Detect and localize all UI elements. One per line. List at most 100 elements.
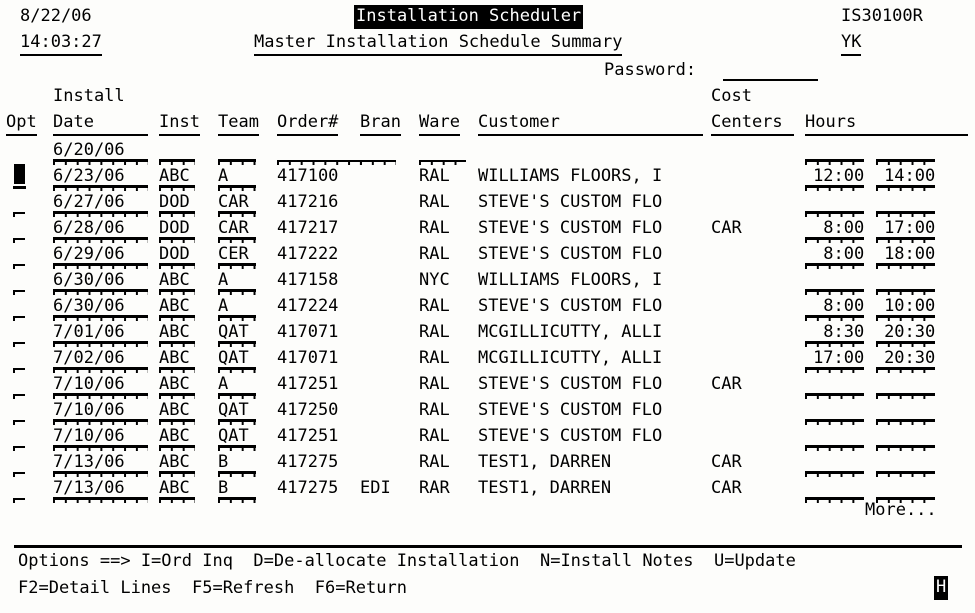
hour-end-value[interactable] <box>876 140 936 161</box>
install-date-value[interactable]: 6/29/06 <box>53 244 148 265</box>
opt-input[interactable] <box>13 296 25 317</box>
hour-start-value[interactable] <box>805 270 865 291</box>
hour-start-value[interactable] <box>805 192 865 213</box>
inst-value[interactable]: ABC <box>159 296 195 317</box>
hour-start-value[interactable] <box>805 400 865 421</box>
hour-end-value[interactable]: 10:00 <box>876 296 936 317</box>
hour-end-value[interactable] <box>876 426 936 447</box>
inst-value[interactable]: DOD <box>159 244 195 265</box>
hour-start-value[interactable] <box>805 426 865 447</box>
inst-value[interactable]: ABC <box>159 270 195 291</box>
install-date-value[interactable]: 6/27/06 <box>53 192 148 213</box>
opt-input-cursor[interactable] <box>14 164 25 184</box>
hour-start-value[interactable]: 8:00 <box>805 296 865 317</box>
hour-end-value[interactable] <box>876 400 936 421</box>
team-value[interactable]: A <box>218 374 256 395</box>
warehouse-value: RAL <box>419 244 450 264</box>
inst-field-marker <box>159 420 195 425</box>
install-date-value[interactable]: 7/10/06 <box>53 426 148 447</box>
team-value[interactable]: B <box>218 452 256 473</box>
opt-input[interactable] <box>13 244 25 265</box>
team-value[interactable]: QAT <box>218 400 256 421</box>
inst-value[interactable]: ABC <box>159 400 195 421</box>
opt-input[interactable] <box>13 322 25 343</box>
hour-start-value[interactable] <box>805 478 865 499</box>
hour-start-value[interactable]: 8:30 <box>805 322 865 343</box>
opt-input[interactable] <box>13 426 25 447</box>
team-value[interactable]: CAR <box>218 192 256 213</box>
hour-end-value[interactable]: 20:30 <box>876 348 936 369</box>
team-value[interactable]: A <box>218 166 256 187</box>
install-date-value[interactable]: 6/20/06 <box>53 140 148 161</box>
inst-value[interactable]: ABC <box>159 166 195 187</box>
hour-end-value[interactable] <box>876 478 936 499</box>
team-value[interactable]: QAT <box>218 322 256 343</box>
team-value[interactable]: A <box>218 270 256 291</box>
customer-value: MCGILLICUTTY, ALLI <box>478 322 663 342</box>
hour-start-value[interactable] <box>805 374 865 395</box>
opt-input[interactable] <box>13 400 25 421</box>
inst-value[interactable]: DOD <box>159 218 195 239</box>
install-date-value[interactable]: 6/30/06 <box>53 270 148 291</box>
install-date-value[interactable]: 7/02/06 <box>53 348 148 369</box>
team-field-marker <box>218 498 256 503</box>
column-header-opt: Opt <box>6 112 37 136</box>
hour-end-value[interactable] <box>876 374 936 395</box>
hour-end-value[interactable]: 20:30 <box>876 322 936 343</box>
team-value[interactable]: A <box>218 296 256 317</box>
order-number-value: 417217 <box>277 218 339 238</box>
column-header-install: Install <box>53 86 125 106</box>
opt-input[interactable] <box>13 270 25 291</box>
inst-value[interactable]: ABC <box>159 348 195 369</box>
hour-end-value[interactable] <box>876 452 936 473</box>
order-number-value: 417216 <box>277 192 339 212</box>
hour-start-value[interactable]: 17:00 <box>805 348 865 369</box>
hour-end-value[interactable]: 14:00 <box>876 166 936 187</box>
opt-input[interactable] <box>13 348 25 369</box>
order-number-value: 417100 <box>277 166 339 186</box>
install-date-value[interactable]: 7/10/06 <box>53 400 148 421</box>
opt-input[interactable] <box>13 452 25 473</box>
hour-end-value[interactable]: 18:00 <box>876 244 936 265</box>
hour-start-value[interactable]: 12:00 <box>805 166 865 187</box>
install-date-value[interactable]: 7/01/06 <box>53 322 148 343</box>
hour-start-value[interactable]: 8:00 <box>805 244 865 265</box>
hour-end-field-marker <box>876 186 936 191</box>
team-field-marker-top <box>218 160 256 165</box>
column-header-date: Date <box>53 112 148 136</box>
install-date-value[interactable]: 6/23/06 <box>53 166 148 187</box>
team-value[interactable]: B <box>218 478 256 499</box>
opt-input[interactable] <box>13 478 25 499</box>
install-date-value[interactable]: 7/10/06 <box>53 374 148 395</box>
team-value[interactable]: QAT <box>218 426 256 447</box>
inst-value[interactable]: ABC <box>159 478 195 499</box>
password-input[interactable] <box>723 60 818 81</box>
team-value[interactable]: CER <box>218 244 256 265</box>
hour-end-value[interactable] <box>876 270 936 291</box>
team-value[interactable]: CAR <box>218 218 256 239</box>
inst-value[interactable] <box>159 140 195 161</box>
opt-input[interactable] <box>13 374 25 395</box>
hour-start-value[interactable] <box>805 140 865 161</box>
inst-value[interactable]: ABC <box>159 374 195 395</box>
hour-end-value[interactable] <box>876 192 936 213</box>
opt-input[interactable] <box>13 192 25 213</box>
inst-field-marker <box>159 446 195 451</box>
install-date-value[interactable]: 6/28/06 <box>53 218 148 239</box>
inst-value[interactable]: ABC <box>159 452 195 473</box>
inst-value[interactable]: ABC <box>159 322 195 343</box>
install-date-value[interactable]: 6/30/06 <box>53 296 148 317</box>
inst-field-marker <box>159 238 195 243</box>
inst-value[interactable]: ABC <box>159 426 195 447</box>
opt-input[interactable] <box>13 218 25 239</box>
inst-value[interactable]: DOD <box>159 192 195 213</box>
install-date-value[interactable]: 7/13/06 <box>53 452 148 473</box>
install-date-value[interactable]: 7/13/06 <box>53 478 148 499</box>
warehouse-value: NYC <box>419 270 450 290</box>
hour-start-value[interactable]: 8:00 <box>805 218 865 239</box>
team-value[interactable]: QAT <box>218 348 256 369</box>
install-date-field-marker <box>53 472 148 477</box>
hour-start-value[interactable] <box>805 452 865 473</box>
hour-end-value[interactable]: 17:00 <box>876 218 936 239</box>
team-value[interactable] <box>218 140 256 161</box>
